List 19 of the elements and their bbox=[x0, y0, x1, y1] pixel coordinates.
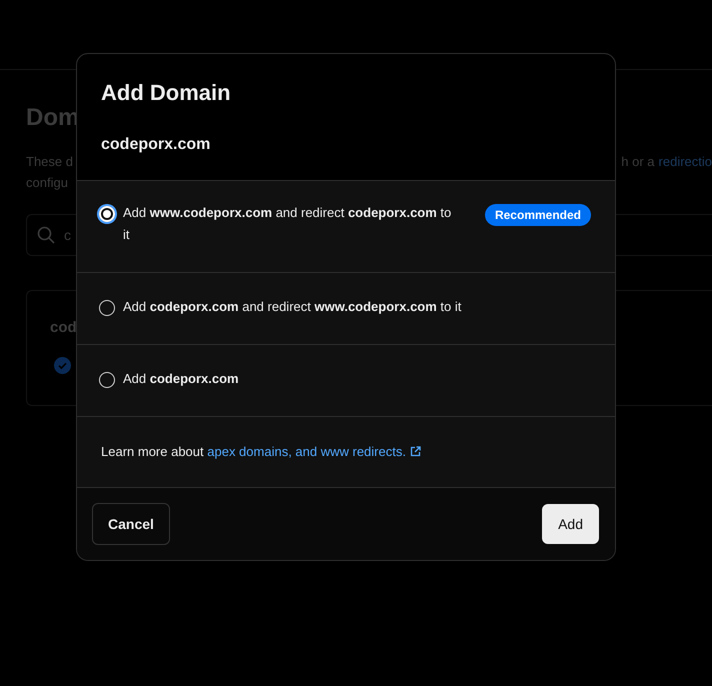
radio-button[interactable] bbox=[99, 372, 115, 388]
recommended-badge: Recommended bbox=[484, 204, 591, 226]
card-title: cod bbox=[50, 319, 77, 336]
check-icon bbox=[54, 357, 71, 374]
radio-button[interactable] bbox=[99, 300, 115, 316]
cancel-button[interactable]: Cancel bbox=[92, 503, 170, 545]
description-text: These d bbox=[26, 154, 73, 169]
learn-more-text: Learn more about bbox=[101, 444, 204, 459]
description-text: configu bbox=[26, 175, 69, 190]
dialog-title: Add Domain bbox=[101, 80, 231, 106]
description-text: h or a bbox=[621, 154, 655, 169]
add-button[interactable]: Add bbox=[542, 504, 599, 544]
option-label: Add codeporx.com and redirect www.codeporx.com to it bbox=[123, 298, 462, 316]
external-link-icon bbox=[410, 446, 421, 457]
docs-link[interactable]: apex domains, and www redirects. bbox=[207, 444, 421, 459]
option-label: Add codeporx.com bbox=[123, 370, 240, 388]
domain-name: codeporx.com bbox=[101, 136, 210, 154]
search-icon bbox=[37, 226, 55, 244]
option-label: Add www.codeporx.com and redirect codeporx.com to it bbox=[123, 204, 452, 244]
